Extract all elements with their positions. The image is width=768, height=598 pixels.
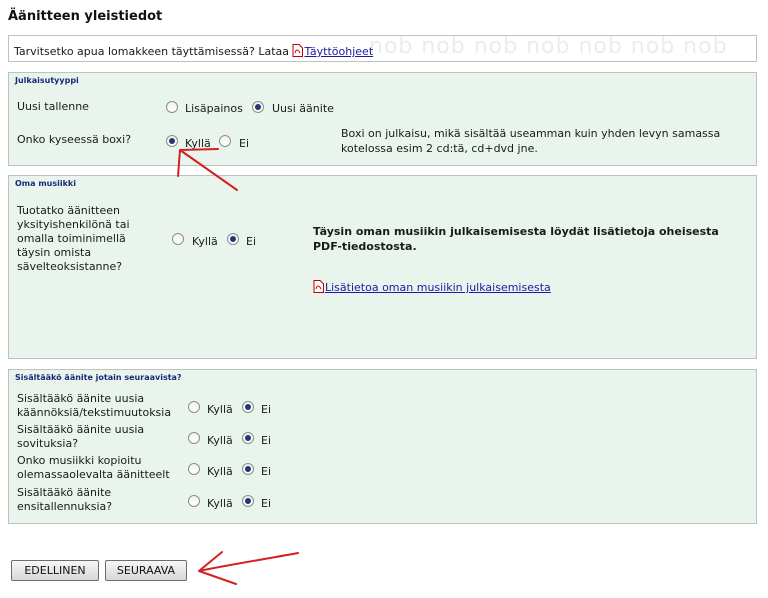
radio-boxi-kylla[interactable] — [166, 135, 178, 147]
oma-info: Täysin oman musiikin julkaisemisesta löy… — [313, 224, 719, 254]
page-title: Äänitteen yleistiedot — [8, 9, 163, 24]
radio-kopioitu-ei[interactable] — [242, 463, 254, 475]
section-sisaltaa: Sisältääkö äänite jotain seuraavista? Si… — [8, 369, 757, 524]
label-kylla: Kyllä — [207, 497, 233, 510]
oma-info-line2: PDF-tiedostosta. — [313, 240, 417, 253]
boxi-info-line1: Boxi on julkaisu, mikä sisältää useamman… — [341, 127, 721, 140]
radio-sovitukset-kylla[interactable] — [188, 432, 200, 444]
question-line5: sävelteoksistanne? — [17, 260, 123, 273]
label-lisapainos: Lisäpainos — [185, 102, 243, 115]
radio-boxi-ei[interactable] — [219, 135, 231, 147]
label-boxi-ei: Ei — [239, 137, 250, 150]
label-boxi-kylla: Kyllä — [185, 137, 211, 150]
oma-musiikki-link[interactable]: Lisätietoa oman musiikin julkaisemisesta — [325, 281, 551, 294]
boxi-info: Boxi on julkaisu, mikä sisältää useamman… — [341, 126, 720, 156]
row-label-line1: Sisältääkö äänite — [17, 486, 112, 499]
sisaltaa-row-label: Sisältääkö äänite uusia sovituksia? — [17, 423, 144, 451]
label-oma-ei: Ei — [246, 235, 257, 248]
radio-sovitukset-ei[interactable] — [242, 432, 254, 444]
help-text: Tarvitsetko apua lomakkeen täyttämisessä… — [14, 45, 289, 58]
row-label-line2: olemassaolevalta äänitteelt — [17, 468, 170, 481]
label-ei: Ei — [261, 434, 272, 447]
sisaltaa-row-label: Sisältääkö äänite ensitallennuksia? — [17, 486, 112, 514]
help-row: Tarvitsetko apua lomakkeen täyttämisessä… — [14, 44, 373, 58]
sisaltaa-row-label: Sisältääkö äänite uusia käännöksiä/tekst… — [17, 392, 171, 420]
radio-ensitallennus-kylla[interactable] — [188, 495, 200, 507]
question-line4: täysin omista — [17, 246, 92, 259]
row-label-line1: Sisältääkö äänite uusia — [17, 392, 145, 405]
question-line3: omalla toiminimellä — [17, 232, 126, 245]
legend-sisaltaa: Sisältääkö äänite jotain seuraavista? — [15, 373, 182, 382]
radio-oma-kylla[interactable] — [172, 233, 184, 245]
row-label-line2: ensitallennuksia? — [17, 500, 113, 513]
row-label-line1: Sisältääkö äänite uusia — [17, 423, 145, 436]
label-ei: Ei — [261, 403, 272, 416]
label-ei: Ei — [261, 497, 272, 510]
radio-kaannokset-ei[interactable] — [242, 401, 254, 413]
legend-julkaisutyyppi: Julkaisutyyppi — [15, 76, 79, 85]
instructions-link[interactable]: Täyttöohjeet — [304, 45, 373, 58]
radio-uusi-aanite[interactable] — [252, 101, 264, 113]
section-julkaisutyyppi: Julkaisutyyppi Uusi tallenne Lisäpainos … — [8, 72, 757, 166]
label-kylla: Kyllä — [207, 403, 233, 416]
row-label-line1: Onko musiikki kopioitu — [17, 454, 142, 467]
label-uusi-tallenne: Uusi tallenne — [17, 100, 89, 113]
oma-link-row: Lisätietoa oman musiikin julkaisemisesta — [313, 280, 551, 295]
row-label-line2: käännöksiä/tekstimuutoksia — [17, 406, 172, 419]
next-button[interactable]: SEURAAVA — [105, 560, 187, 581]
section-oma-musiikki: Oma musiikki Tuotatko äänitteen yksityis… — [8, 175, 757, 359]
boxi-info-line2: kotelossa esim 2 cd:tä, cd+dvd jne. — [341, 142, 538, 155]
pdf-icon — [292, 44, 304, 57]
radio-ensitallennus-ei[interactable] — [242, 495, 254, 507]
label-oma-kylla: Kyllä — [192, 235, 218, 248]
label-uusi-aanite: Uusi äänite — [272, 102, 334, 115]
label-boxi: Onko kyseessä boxi? — [17, 133, 132, 146]
nob-watermark: nob nob nob nob nob nob nob — [369, 35, 728, 59]
radio-lisapainos[interactable] — [166, 101, 178, 113]
label-kylla: Kyllä — [207, 465, 233, 478]
sisaltaa-row-label: Onko musiikki kopioitu olemassaolevalta … — [17, 454, 170, 482]
oma-info-line1: Täysin oman musiikin julkaisemisesta löy… — [313, 225, 719, 238]
previous-button[interactable]: EDELLINEN — [11, 560, 99, 581]
label-kylla: Kyllä — [207, 434, 233, 447]
label-oma-musiikki: Tuotatko äänitteen yksityishenkilönä tai… — [17, 204, 130, 274]
help-banner: nob nob nob nob nob nob nob Tarvitsetko … — [8, 35, 757, 62]
legend-oma-musiikki: Oma musiikki — [15, 179, 76, 188]
question-line1: Tuotatko äänitteen — [17, 204, 120, 217]
question-line2: yksityishenkilönä tai — [17, 218, 130, 231]
radio-oma-ei[interactable] — [227, 233, 239, 245]
row-label-line2: sovituksia? — [17, 437, 79, 450]
radio-kaannokset-kylla[interactable] — [188, 401, 200, 413]
radio-kopioitu-kylla[interactable] — [188, 463, 200, 475]
pdf-icon — [313, 280, 324, 293]
label-ei: Ei — [261, 465, 272, 478]
arrow-to-next-icon — [198, 551, 299, 585]
